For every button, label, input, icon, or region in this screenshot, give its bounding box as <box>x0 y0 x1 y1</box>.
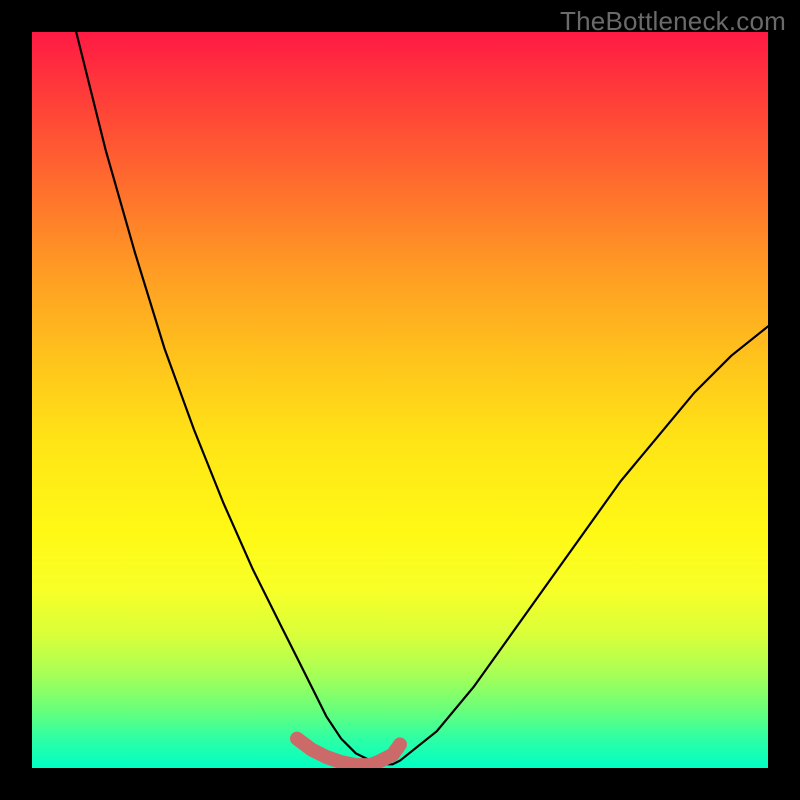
bottleneck-curve <box>76 32 768 764</box>
plot-area <box>32 32 768 768</box>
highlight-band <box>297 739 400 766</box>
chart-frame: TheBottleneck.com <box>0 0 800 800</box>
curve-layer <box>32 32 768 768</box>
